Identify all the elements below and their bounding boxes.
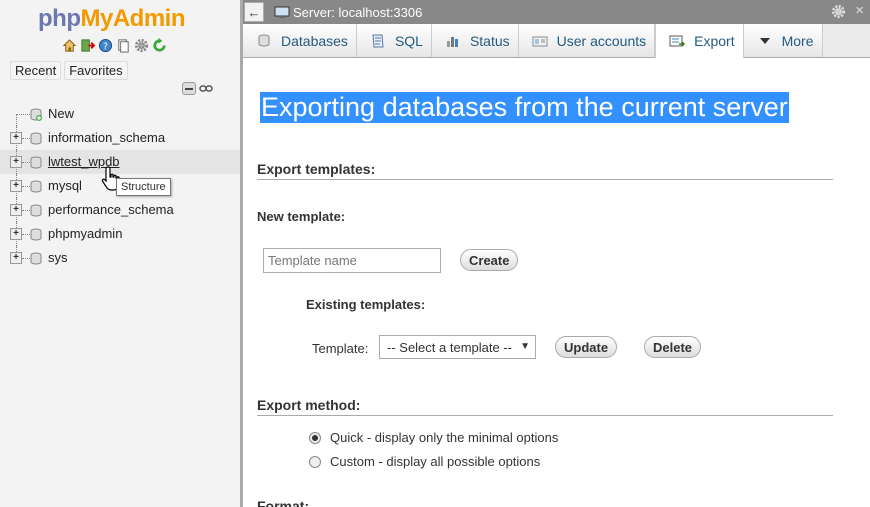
database-name[interactable]: phpmyadmin: [48, 226, 122, 241]
logo-php-text: php: [38, 5, 81, 32]
tab-label: Databases: [281, 32, 348, 49]
database-icon: [30, 228, 42, 241]
chevron-down-icon: [757, 33, 773, 49]
tree-item-database[interactable]: + performance_schema: [0, 198, 240, 222]
svg-text:?: ?: [103, 41, 108, 52]
gear-icon[interactable]: [134, 38, 149, 53]
dropdown-arrow-icon: ▼: [520, 341, 530, 352]
tab-databases[interactable]: Databases: [243, 24, 357, 57]
expand-icon[interactable]: +: [10, 252, 22, 264]
tree-item-database[interactable]: + sys: [0, 246, 240, 270]
update-template-button[interactable]: Update: [555, 336, 618, 358]
database-icon: [30, 156, 42, 169]
tab-more[interactable]: More: [743, 24, 823, 57]
export-method-custom-option[interactable]: Custom - display all possible options: [309, 454, 540, 469]
tree-item-new[interactable]: New: [0, 102, 240, 126]
quick-label[interactable]: Quick - display only the minimal options: [330, 430, 558, 445]
template-name-input[interactable]: [263, 248, 441, 273]
database-name[interactable]: sys: [48, 250, 68, 265]
format-heading: Format:: [257, 498, 310, 507]
create-template-button[interactable]: Create: [460, 249, 519, 271]
database-name[interactable]: information_schema: [48, 130, 165, 145]
new-database-icon: [30, 108, 42, 121]
quick-radio[interactable]: [309, 431, 321, 444]
database-icon: [256, 33, 272, 49]
database-icon: [30, 204, 42, 217]
main-menu-tabs: Databases SQL Status User accounts Expor…: [243, 24, 870, 58]
tree-item-database[interactable]: + phpmyadmin: [0, 222, 240, 246]
collapse-all-icon[interactable]: [182, 82, 196, 95]
custom-radio[interactable]: [309, 455, 321, 468]
database-icon: [30, 132, 42, 145]
existing-templates-heading: Existing templates:: [306, 297, 426, 312]
link-with-main-icon[interactable]: [199, 82, 213, 95]
structure-tooltip: Structure: [116, 178, 171, 196]
tab-label: More: [781, 32, 814, 49]
recent-button[interactable]: Recent: [10, 61, 62, 80]
tab-user-accounts[interactable]: User accounts: [518, 24, 656, 57]
template-select-value: -- Select a template --: [387, 339, 512, 355]
expand-icon[interactable]: +: [10, 132, 22, 144]
tree-item-database[interactable]: + information_schema: [0, 126, 240, 150]
database-icon: [30, 180, 42, 193]
collapse-top-icon[interactable]: ×: [855, 2, 864, 19]
template-select[interactable]: -- Select a template -- ▼: [379, 335, 536, 359]
logo-admin-text: MyAdmin: [80, 5, 185, 32]
quick-icons-bar: ?: [62, 38, 167, 53]
server-icon: [274, 6, 290, 18]
documentation-icon[interactable]: [116, 38, 131, 53]
export-templates-heading: Export templates:: [257, 161, 833, 180]
export-icon: [669, 33, 686, 49]
database-name[interactable]: performance_schema: [48, 202, 174, 217]
gear-icon[interactable]: [831, 4, 846, 19]
server-breadcrumb-bar: ← Server: localhost:3306 ×: [243, 0, 870, 24]
template-label: Template:: [312, 341, 369, 356]
new-template-heading: New template:: [257, 209, 346, 224]
database-icon: [30, 252, 42, 265]
user-accounts-icon: [532, 33, 548, 49]
export-page: Exporting databases from the current ser…: [243, 58, 870, 507]
status-icon: [445, 33, 461, 49]
phpmyadmin-logo[interactable]: phpMyAdmin: [38, 5, 185, 33]
export-method-quick-option[interactable]: Quick - display only the minimal options: [309, 430, 558, 445]
tab-label: Status: [469, 32, 510, 49]
home-icon[interactable]: [62, 38, 77, 53]
tab-label: User accounts: [556, 32, 647, 49]
back-arrow-button[interactable]: ←: [244, 2, 264, 22]
recent-favorites-bar: Recent Favorites: [10, 61, 128, 80]
tree-controls: [182, 82, 213, 95]
delete-template-button[interactable]: Delete: [644, 336, 702, 358]
tree-new-label[interactable]: New: [48, 106, 74, 121]
sql-icon: [370, 33, 386, 49]
tab-export[interactable]: Export: [655, 24, 744, 58]
database-name[interactable]: mysql: [48, 178, 82, 193]
tab-label: Export: [694, 33, 735, 49]
page-title: Exporting databases from the current ser…: [260, 92, 789, 123]
logout-icon[interactable]: [80, 38, 95, 53]
favorites-button[interactable]: Favorites: [64, 61, 128, 80]
expand-icon[interactable]: +: [10, 204, 22, 216]
expand-icon[interactable]: +: [10, 228, 22, 240]
export-method-heading: Export method:: [257, 397, 833, 416]
tab-status[interactable]: Status: [431, 24, 519, 57]
tab-sql[interactable]: SQL: [356, 24, 432, 57]
custom-label[interactable]: Custom - display all possible options: [330, 454, 540, 469]
tab-label: SQL: [394, 32, 423, 49]
expand-icon[interactable]: +: [10, 156, 22, 168]
expand-icon[interactable]: +: [10, 180, 22, 192]
help-icon[interactable]: ?: [98, 38, 113, 53]
reload-icon[interactable]: [152, 38, 167, 53]
navigation-sidebar: phpMyAdmin ? Recent Favorites New + info…: [0, 0, 240, 507]
server-link[interactable]: Server: localhost:3306: [293, 5, 422, 20]
